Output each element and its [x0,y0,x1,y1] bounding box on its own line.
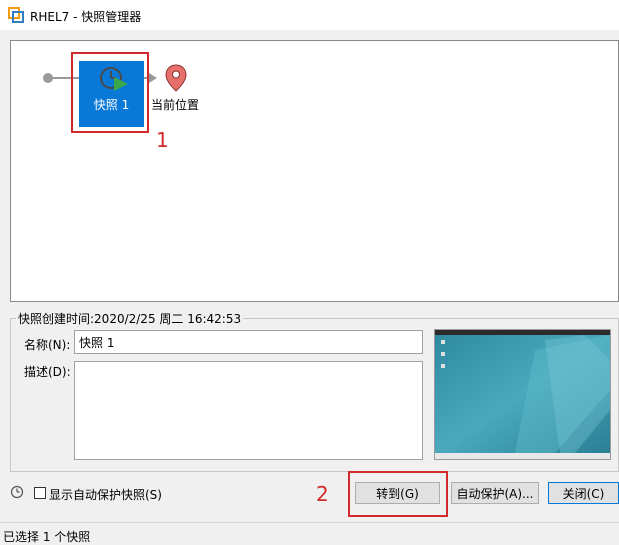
snapshot-description-input[interactable] [74,361,423,460]
snapshot-name-input[interactable] [74,330,423,354]
autoprotect-button[interactable]: 自动保护(A)... [451,482,539,504]
current-location-label: 当前位置 [151,98,200,112]
description-label: 描述(D): [24,365,71,379]
show-autoprotect-label[interactable]: 显示自动保护快照(S) [49,486,162,503]
annotation-box-1 [71,52,149,133]
show-autoprotect-checkbox[interactable] [34,487,46,499]
arrow-to-current [149,73,157,83]
goto-button[interactable]: 转到(G) [355,482,440,504]
window-title: RHEL7 - 快照管理器 [30,10,142,24]
desktop-thumbnail-image [435,330,610,459]
annotation-number-1: 1 [156,128,169,152]
location-pin-icon [165,64,187,92]
snapshot-thumbnail [434,329,611,460]
name-label: 名称(N): [24,338,71,352]
snapshot-created-time: 快照创建时间:2020/2/25 周二 16:42:53 [16,310,244,327]
status-bar-divider [0,522,619,523]
close-button[interactable]: 关闭(C) [548,482,619,504]
history-icon [10,485,24,499]
status-text: 已选择 1 个快照 [3,530,91,544]
vmware-app-icon [8,7,24,23]
annotation-number-2: 2 [316,482,329,506]
